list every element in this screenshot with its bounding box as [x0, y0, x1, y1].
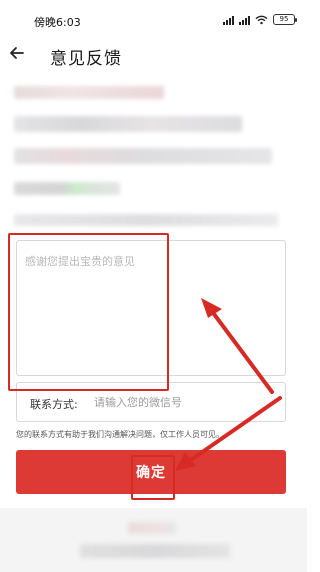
wifi-icon	[255, 15, 268, 24]
status-bar: 傍晚6:03 95	[0, 0, 307, 34]
battery-icon: 95	[273, 14, 297, 25]
obscured-footer	[0, 508, 307, 572]
status-icons: 95	[223, 14, 297, 25]
page-title: 意见反馈	[50, 49, 122, 69]
status-time: 傍晚6:03	[34, 16, 81, 29]
signal-icon	[239, 15, 250, 25]
confirm-button[interactable]: 确定	[16, 450, 286, 494]
header: 意见反馈	[0, 34, 307, 76]
contact-row: 联系方式:	[16, 382, 286, 422]
contact-label: 联系方式:	[30, 398, 78, 411]
feedback-textarea[interactable]	[25, 253, 279, 371]
privacy-note: 您的联系方式有助于我们沟通解决问题，仅工作人员可见。	[16, 430, 224, 439]
obscured-info-block	[0, 78, 307, 228]
feedback-box	[16, 240, 286, 376]
signal-icon	[223, 15, 234, 25]
back-arrow-icon[interactable]	[6, 42, 28, 64]
wechat-input[interactable]	[94, 392, 279, 412]
